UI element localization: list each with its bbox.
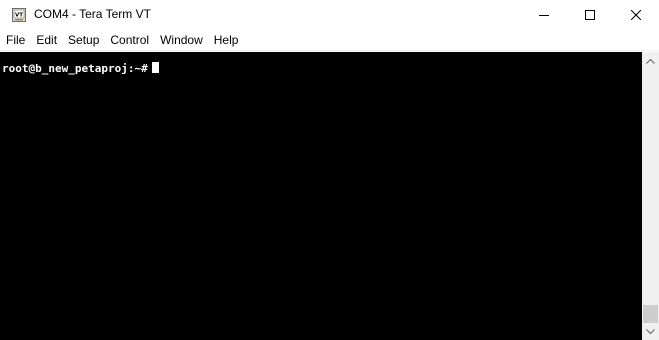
- menu-control[interactable]: Control: [104, 30, 154, 50]
- tera-term-window: VT COM4 - Tera Term VT File Edit Setup C…: [0, 0, 659, 340]
- menu-help[interactable]: Help: [208, 30, 244, 50]
- window-title: COM4 - Tera Term VT: [34, 7, 151, 21]
- scroll-down-button[interactable]: [642, 323, 659, 340]
- close-button[interactable]: [613, 0, 659, 30]
- scrollbar-thumb[interactable]: [643, 305, 658, 323]
- maximize-button[interactable]: [567, 0, 613, 30]
- menu-setup[interactable]: Setup: [62, 30, 104, 50]
- title-bar[interactable]: VT COM4 - Tera Term VT: [0, 0, 659, 30]
- minimize-button[interactable]: [521, 0, 567, 30]
- terminal-prompt: root@b_new_petaproj:~#: [2, 62, 148, 75]
- maximize-icon: [585, 10, 595, 20]
- menu-file[interactable]: File: [0, 30, 30, 50]
- svg-text:VT: VT: [15, 13, 23, 19]
- vertical-scrollbar[interactable]: [642, 52, 659, 340]
- menu-window[interactable]: Window: [154, 30, 208, 50]
- close-icon: [631, 10, 641, 20]
- terminal-prompt-line: root@b_new_petaproj:~#: [2, 62, 159, 76]
- chevron-down-icon: [646, 328, 655, 334]
- tera-term-vt-icon: VT: [12, 8, 26, 22]
- chevron-up-icon: [646, 58, 655, 64]
- menu-edit[interactable]: Edit: [30, 30, 62, 50]
- minimize-icon: [539, 15, 549, 16]
- scroll-up-button[interactable]: [642, 52, 659, 69]
- text-cursor: [151, 62, 159, 73]
- menu-divider: [0, 50, 659, 51]
- terminal-screen[interactable]: root@b_new_petaproj:~#: [0, 52, 642, 340]
- menu-bar: File Edit Setup Control Window Help: [0, 30, 659, 50]
